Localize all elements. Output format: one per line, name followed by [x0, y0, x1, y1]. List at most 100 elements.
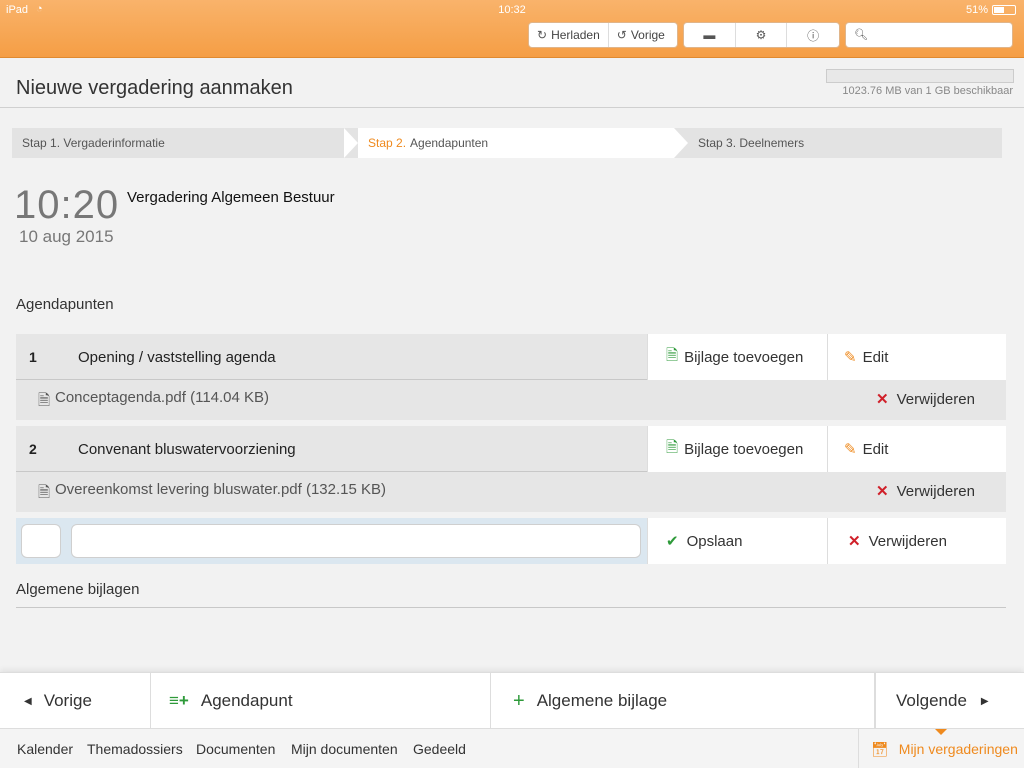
delete-attachment-button[interactable]: ✕ Verwijderen — [876, 390, 975, 409]
edit-button[interactable]: ✎ Edit — [827, 334, 1006, 380]
status-bar: iPad ◔ 10:32 51% — [0, 0, 1024, 20]
next-step-label: Volgende — [896, 691, 967, 710]
nav-item-kalender[interactable]: Kalender — [17, 741, 73, 757]
step-1-prefix: Stap 1. — [22, 136, 61, 150]
close-icon: ✕ — [876, 391, 889, 408]
previous-button[interactable]: ↺ Vorige — [609, 23, 673, 47]
brush-icon: ✎ — [844, 349, 857, 366]
edit-label: Edit — [862, 348, 889, 366]
edit-label: Edit — [862, 440, 889, 458]
add-agenda-item-button[interactable]: ≡+ Agendapunt — [151, 673, 491, 729]
step-3[interactable]: Stap 3. Deelnemers — [674, 128, 1002, 158]
search-box: 🔍︎ — [845, 22, 1013, 48]
wizard-steps: Stap 1. Vergaderinformatie Stap 2. Agenda… — [12, 128, 1002, 158]
attachment-row: 🗎 Overeenkomst levering bluswater.pdf (1… — [16, 472, 1006, 512]
divider — [16, 607, 1006, 608]
status-time: 10:32 — [498, 4, 526, 16]
check-icon: ✔ — [666, 533, 679, 550]
storage-text: 1023.76 MB van 1 GB beschikbaar — [842, 85, 1013, 97]
reload-icon: ↻ — [537, 28, 548, 42]
document-icon: 🗎 — [666, 346, 679, 364]
close-icon: ✕ — [848, 533, 861, 550]
save-button[interactable]: ✔ Opslaan — [647, 518, 827, 564]
tools-button-group: ▬ ⚙ ⓘ — [683, 22, 840, 48]
agenda-heading: Agendapunten — [16, 296, 114, 313]
new-agenda-edit-area — [16, 518, 647, 564]
add-attachment-label: Bijlage toevoegen — [684, 348, 804, 366]
meeting-name: Vergadering Algemeen Bestuur — [127, 189, 335, 206]
settings-button[interactable]: ⚙ — [736, 23, 788, 47]
nav-active-label: Mijn vergaderingen — [898, 741, 1018, 757]
action-bar: ◀ Vorige ≡+ Agendapunt + Algemene bijlag… — [0, 672, 1024, 729]
agenda-row: 1 Opening / vaststelling agenda 🗎 Bijlag… — [16, 334, 1006, 380]
nav-item-themadossiers[interactable]: Themadossiers — [87, 741, 183, 757]
next-step-button[interactable]: Volgende ▶ — [875, 673, 1024, 729]
add-attachment-button[interactable]: 🗎 Bijlage toevoegen — [647, 426, 827, 472]
info-button[interactable]: ⓘ — [787, 23, 839, 47]
step-2-label: Agendapunten — [410, 136, 489, 150]
triangle-right-icon: ▶ — [980, 695, 989, 707]
general-attachments-heading: Algemene bijlagen — [16, 581, 140, 598]
reload-label: Herladen — [551, 28, 600, 42]
list-add-icon: ≡+ — [169, 691, 189, 710]
delete-button[interactable]: ✕ Verwijderen — [827, 518, 1006, 564]
meeting-time: 10:20 — [14, 183, 120, 227]
info-icon: ⓘ — [807, 28, 820, 43]
step-1-label: Vergaderinformatie — [63, 136, 165, 150]
agenda-row-main: 2 Convenant bluswatervoorziening — [16, 426, 647, 472]
storage-progress-bar — [826, 69, 1014, 83]
reload-button[interactable]: ↻ Herladen — [529, 23, 609, 47]
comments-button[interactable]: ▬ — [684, 23, 736, 47]
save-label: Opslaan — [686, 532, 743, 550]
comment-icon: ▬ — [703, 28, 716, 42]
add-agenda-item-label: Agendapunt — [200, 691, 293, 710]
agenda-title: Opening / vaststelling agenda — [78, 349, 276, 366]
close-icon: ✕ — [876, 483, 889, 500]
attachment-file[interactable]: Conceptagenda.pdf (114.04 KB) — [55, 389, 269, 406]
step-3-label: Deelnemers — [739, 136, 805, 150]
previous-step-label: Vorige — [43, 691, 92, 710]
bottom-navigation: Kalender Themadossiers Documenten Mijn d… — [0, 728, 1024, 768]
plus-icon: + — [513, 689, 525, 712]
triangle-left-icon: ◀ — [24, 695, 32, 707]
file-icon: 🗎 — [38, 484, 51, 501]
previous-label: Vorige — [630, 28, 665, 42]
search-input[interactable] — [868, 26, 1008, 44]
nav-item-mijn-vergaderingen[interactable]: 📅︎ Mijn vergaderingen — [858, 729, 1024, 768]
attachment-file[interactable]: Overeenkomst levering bluswater.pdf (132… — [55, 481, 386, 498]
nav-item-documenten[interactable]: Documenten — [196, 741, 275, 757]
add-attachment-label: Bijlage toevoegen — [684, 440, 804, 458]
nav-item-gedeeld[interactable]: Gedeeld — [413, 741, 466, 757]
previous-step-button[interactable]: ◀ Vorige — [0, 673, 151, 729]
history-button-group: ↻ Herladen ↺ Vorige — [528, 22, 678, 48]
meeting-date: 10 aug 2015 — [19, 227, 114, 246]
new-agenda-row: ✔ Opslaan ✕ Verwijderen — [16, 518, 1006, 564]
delete-label: Verwijderen — [868, 532, 947, 550]
history-icon: ↺ — [616, 28, 627, 42]
nav-item-mijn-documenten[interactable]: Mijn documenten — [291, 741, 398, 757]
agenda-number: 2 — [29, 441, 37, 457]
edit-button[interactable]: ✎ Edit — [827, 426, 1006, 472]
calendar-icon: 📅︎ — [871, 740, 889, 757]
new-agenda-number-input[interactable] — [21, 524, 61, 558]
agenda-number: 1 — [29, 349, 37, 365]
delete-attachment-button[interactable]: ✕ Verwijderen — [876, 482, 975, 501]
search-icon: 🔍︎ — [854, 29, 868, 41]
divider — [0, 107, 1024, 108]
step-2-prefix: Stap 2. — [368, 136, 407, 150]
attachment-row: 🗎 Conceptagenda.pdf (114.04 KB) ✕ Verwij… — [16, 380, 1006, 420]
page-title: Nieuwe vergadering aanmaken — [16, 77, 293, 99]
delete-label: Verwijderen — [896, 390, 975, 408]
add-attachment-button[interactable]: 🗎 Bijlage toevoegen — [647, 334, 827, 380]
battery-percent: 51% — [965, 4, 988, 16]
step-1[interactable]: Stap 1. Vergaderinformatie — [12, 128, 344, 158]
top-toolbar: iPad ◔ 10:32 51% ↻ Herladen ↺ Vorige ▬ ⚙… — [0, 0, 1024, 58]
new-agenda-title-input[interactable] — [71, 524, 641, 558]
add-general-attachment-button[interactable]: + Algemene bijlage — [491, 673, 875, 729]
brush-icon: ✎ — [844, 441, 857, 458]
step-2-active[interactable]: Stap 2. Agendapunten — [344, 128, 688, 158]
agenda-row-main: 1 Opening / vaststelling agenda — [16, 334, 647, 380]
delete-label: Verwijderen — [896, 482, 975, 500]
add-general-attachment-label: Algemene bijlage — [536, 691, 668, 710]
file-icon: 🗎 — [38, 392, 51, 409]
